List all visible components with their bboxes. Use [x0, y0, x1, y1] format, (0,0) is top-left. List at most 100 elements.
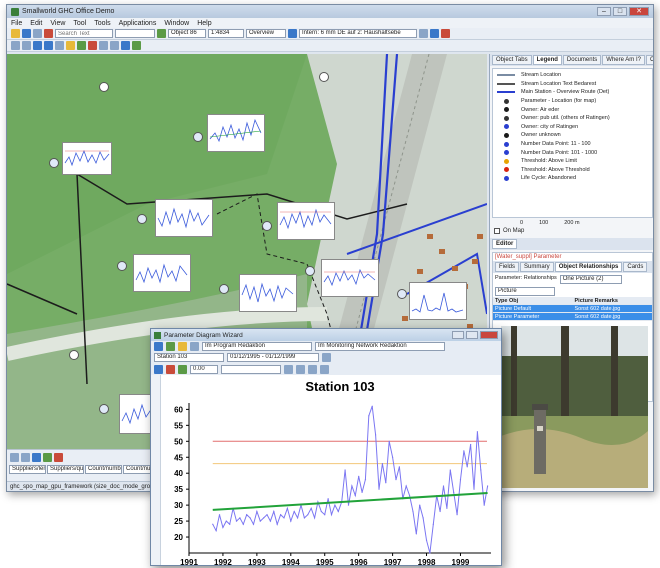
location-pin[interactable] — [319, 72, 329, 82]
maximize-button[interactable]: □ — [613, 7, 627, 16]
subtab-cards[interactable]: Cards — [623, 262, 648, 272]
layers-icon[interactable] — [430, 29, 439, 38]
tool-icon[interactable] — [43, 453, 52, 462]
dialog-maximize-button[interactable] — [466, 331, 478, 339]
erase-icon[interactable] — [88, 41, 97, 50]
tab-cad-tools[interactable]: CAD Tools — [645, 55, 653, 65]
close-button[interactable]: ✕ — [629, 7, 649, 16]
tool-icon[interactable] — [10, 453, 19, 462]
scale-combo[interactable]: 1:4834 — [208, 29, 244, 38]
menu-tools[interactable]: Tools — [94, 20, 110, 27]
chart-tool-icon[interactable] — [166, 364, 175, 374]
station-symbol[interactable] — [262, 221, 272, 231]
view-mode-combo[interactable]: Overview — [246, 29, 286, 38]
select-icon[interactable] — [11, 41, 20, 50]
dialog-tool-icon[interactable] — [190, 342, 199, 351]
dialog-minimize-button[interactable] — [452, 331, 464, 339]
station-symbol[interactable] — [49, 158, 59, 168]
station-chart-thumbnail[interactable] — [155, 199, 213, 237]
globe-icon[interactable] — [157, 29, 166, 38]
stop-icon[interactable] — [441, 29, 450, 38]
highlight-icon[interactable] — [66, 41, 75, 50]
menu-tool[interactable]: Tool — [73, 20, 86, 27]
zoom-out-icon[interactable] — [44, 41, 53, 50]
search-input[interactable] — [55, 29, 113, 38]
dialog-tool-icon[interactable] — [154, 342, 163, 351]
station-chart-thumbnail[interactable] — [62, 142, 112, 175]
station-symbol[interactable] — [219, 284, 229, 294]
station-chart[interactable]: Station 103 20 25 30 35 40 45 50 55 60 1991 1992 199… — [151, 375, 502, 566]
station-symbol[interactable] — [193, 132, 203, 142]
menu-window[interactable]: Window — [164, 20, 189, 27]
minimize-button[interactable]: – — [597, 7, 611, 16]
field-suppliers-length[interactable]: Suppliers/length — [9, 465, 46, 474]
refresh-icon[interactable] — [419, 29, 428, 38]
pan-icon[interactable] — [22, 41, 31, 50]
tab-editor[interactable]: Editor — [492, 239, 518, 249]
dialog-tool-icon[interactable] — [166, 342, 175, 351]
zoom-in-icon[interactable] — [33, 41, 42, 50]
station-chart-thumbnail[interactable] — [133, 254, 191, 292]
print-icon[interactable] — [33, 29, 42, 38]
picture-combo[interactable]: Picture — [495, 287, 555, 296]
delete-icon[interactable] — [44, 29, 53, 38]
zoom-icon[interactable] — [288, 29, 297, 38]
menu-help[interactable]: Help — [197, 20, 211, 27]
field-suppliers-quantity[interactable]: Suppliers/quantity — [47, 465, 84, 474]
menu-edit[interactable]: Edit — [30, 20, 42, 27]
trail-combo[interactable]: Intern: 6 mm DE auf 2: Haushaltsebe — [299, 29, 417, 38]
station-chart-thumbnail[interactable] — [409, 282, 467, 320]
location-pin[interactable] — [99, 82, 109, 92]
station-chart-thumbnail[interactable] — [239, 274, 297, 312]
menu-file[interactable]: File — [11, 20, 22, 27]
zoom-field[interactable]: 0.00 — [190, 364, 218, 374]
subtab-object-relationships[interactable]: Object Relationships — [554, 262, 623, 272]
field-count-number[interactable]: Count/number — [85, 465, 122, 474]
last-icon[interactable] — [320, 364, 329, 374]
relationship-combo[interactable]: One Picture (2) — [559, 275, 622, 284]
draw-icon[interactable] — [77, 41, 86, 50]
subtab-fields[interactable]: Fields — [495, 262, 520, 272]
open-icon[interactable] — [11, 29, 20, 38]
station-symbol[interactable] — [397, 289, 407, 299]
first-icon[interactable] — [284, 364, 293, 374]
calendar-icon[interactable] — [322, 353, 331, 362]
station-symbol[interactable] — [99, 404, 109, 414]
previous-icon[interactable] — [296, 364, 305, 374]
station-chart-thumbnail[interactable] — [277, 202, 335, 240]
menu-applications[interactable]: Applications — [119, 20, 157, 27]
station-chart-thumbnail[interactable] — [321, 259, 379, 297]
tab-legend[interactable]: Legend — [532, 55, 562, 65]
object-combo[interactable]: Object 86 — [168, 29, 206, 38]
route-icon[interactable] — [132, 41, 141, 50]
tab-object-tabs[interactable]: Object Tabs — [492, 55, 532, 65]
program-combo[interactable]: Im Program Redaktion — [202, 342, 312, 351]
tab-documents[interactable]: Documents — [562, 55, 602, 65]
measure-icon[interactable] — [55, 41, 64, 50]
grid-row[interactable]: Picture Default Sonst 602 date.jpg — [493, 305, 652, 313]
station-field[interactable]: Station 103 — [154, 353, 224, 362]
undo-icon[interactable] — [99, 41, 108, 50]
save-icon[interactable] — [22, 29, 31, 38]
station-symbol[interactable] — [305, 266, 315, 276]
date-range-field[interactable]: 01/12/1995 - 01/12/1999 — [227, 353, 319, 362]
on-map-checkbox[interactable] — [494, 228, 500, 234]
grid-row[interactable]: Picture Parameter Sonst 602 date.jpg — [493, 313, 652, 321]
tool-icon[interactable] — [32, 453, 41, 462]
station-symbol[interactable] — [137, 214, 147, 224]
search-scope-combo[interactable] — [115, 29, 155, 38]
subtab-summary[interactable]: Summary — [520, 262, 554, 272]
chart-tool-icon[interactable] — [178, 364, 187, 374]
location-pin[interactable] — [69, 350, 79, 360]
tab-where-am-i[interactable]: Where Am I? — [602, 55, 645, 65]
info-icon[interactable] — [121, 41, 130, 50]
station-chart-thumbnail[interactable] — [207, 114, 265, 152]
redo-icon[interactable] — [110, 41, 119, 50]
dialog-tool-icon[interactable] — [178, 342, 187, 351]
tool-icon[interactable] — [54, 453, 63, 462]
tool-icon[interactable] — [21, 453, 30, 462]
network-combo[interactable]: Im Monitoring Network Redaktion — [315, 342, 445, 351]
menu-view[interactable]: View — [50, 20, 65, 27]
dialog-close-button[interactable] — [480, 331, 498, 339]
chart-tool-icon[interactable] — [154, 364, 163, 374]
